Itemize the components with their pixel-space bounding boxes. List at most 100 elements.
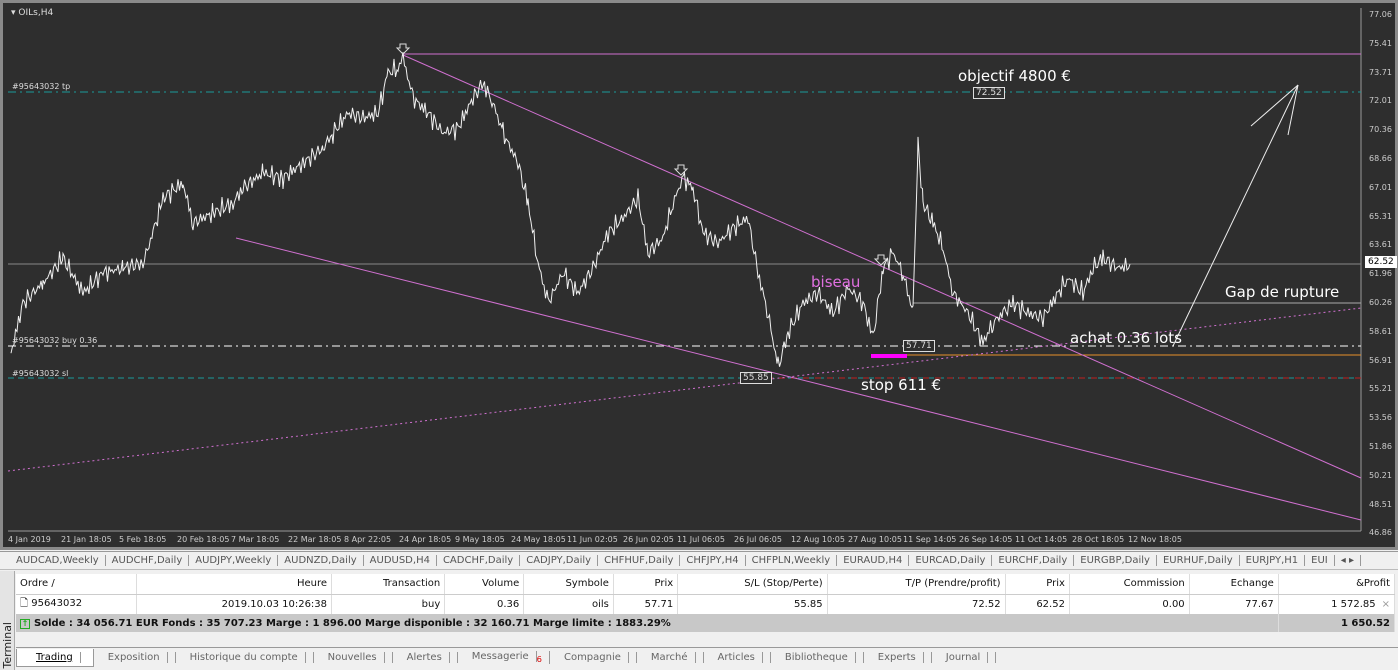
table-cell: 🗋 95643032 <box>16 594 137 614</box>
time-axis-label: 22 Mar 18:05 <box>288 535 342 544</box>
table-cell: 1 572.85 × <box>1278 594 1396 614</box>
price-series <box>10 52 1131 367</box>
price-axis-label: 58.61 <box>1369 326 1392 336</box>
symbol-tab[interactable]: EURHUF,Daily <box>1157 555 1240 566</box>
symbol-tab[interactable]: EURJPY,H1 <box>1240 555 1306 566</box>
tab-bibliotheque[interactable]: Bibliotheque <box>771 652 864 663</box>
tab-nouvelles[interactable]: Nouvelles <box>314 652 393 663</box>
table-cell: 0.36 <box>444 594 525 614</box>
column-header[interactable]: Prix <box>613 574 679 595</box>
tab-scroll-arrows[interactable]: ◂ ▸ <box>1335 555 1361 566</box>
time-axis-label: 11 Sep 14:05 <box>903 535 957 544</box>
symbol-tab[interactable]: CHFPLN,Weekly <box>746 555 838 566</box>
annotation-stop: stop 611 € <box>861 376 942 394</box>
symbol-tab[interactable]: CHFJPY,H4 <box>680 555 746 566</box>
tab-alertes[interactable]: Alertes <box>393 652 458 663</box>
time-axis-label: 26 Jul 06:05 <box>734 535 782 544</box>
column-header[interactable]: Transaction <box>331 574 446 595</box>
orders-table: Ordre / Heure Transaction Volume Symbole Prix… <box>16 574 1396 632</box>
price-axis-label: 68.66 <box>1369 154 1392 163</box>
symbol-tab[interactable]: AUDJPY,Weekly <box>189 555 279 566</box>
symbol-tab[interactable]: CHFHUF,Daily <box>598 555 681 566</box>
terminal-sidebar[interactable]: Terminal <box>0 571 15 670</box>
time-axis-label: 9 May 18:05 <box>455 535 505 544</box>
symbol-tab[interactable]: EURAUD,H4 <box>837 555 910 566</box>
time-axis-label: 11 Oct 14:05 <box>1015 535 1068 544</box>
time-axis-label: 28 Oct 18:05 <box>1072 535 1125 544</box>
annotation-objectif: objectif 4800 € <box>958 67 1071 85</box>
column-header[interactable]: S/L (Stop/Perte) <box>677 574 828 595</box>
time-axis-label: 12 Aug 10:05 <box>791 535 845 544</box>
symbol-tab[interactable]: AUDCHF,Daily <box>106 555 190 566</box>
table-cell: 57.71 <box>613 594 679 614</box>
column-header[interactable]: Symbole <box>523 574 614 595</box>
chart-title-text: OILs,H4 <box>18 8 54 18</box>
marker-bar <box>871 354 907 358</box>
tab-march-[interactable]: Marché <box>637 652 704 663</box>
price-axis-label: 67.01 <box>1369 182 1392 192</box>
price-axis-label: 50.21 <box>1369 470 1392 480</box>
symbol-tab[interactable]: CADJPY,Daily <box>520 555 599 566</box>
time-axis-label: 20 Feb 18:05 <box>177 535 230 544</box>
price-axis-label: 65.31 <box>1369 211 1392 221</box>
order-icon: 🗋 <box>20 597 32 609</box>
price-chart[interactable]: ▾ OILs,H4 #95643032 tp #95643032 buy 0.3… <box>0 0 1398 550</box>
table-cell: 62.52 <box>1005 594 1070 614</box>
close-order-icon[interactable]: × <box>1382 599 1390 610</box>
column-header[interactable]: Echange <box>1189 574 1279 595</box>
price-axis-label: 55.21 <box>1369 384 1392 394</box>
tab-experts[interactable]: Experts <box>864 652 932 663</box>
time-axis-label: 21 Jan 18:05 <box>61 535 112 544</box>
target-arrow-line <box>1172 84 1299 347</box>
price-axis-label: 73.71 <box>1369 67 1392 77</box>
table-row[interactable]: 🗋 95643032 2019.10.03 10:26:38 buy 0.36 oils… <box>16 594 1396 614</box>
symbol-tab[interactable]: AUDNZD,Daily <box>278 555 364 566</box>
time-axis-label: 26 Sep 14:05 <box>959 535 1013 544</box>
total-profit: 1 650.52 <box>1278 614 1396 632</box>
symbol-tab[interactable]: EURCAD,Daily <box>909 555 993 566</box>
tp-label: #95643032 tp <box>12 82 71 91</box>
tab-articles[interactable]: Articles <box>704 652 771 663</box>
tab-compagnie[interactable]: Compagnie <box>550 652 637 663</box>
tab-historique-du-compte[interactable]: Historique du compte <box>176 652 314 663</box>
column-header[interactable]: T/P (Prendre/profit) <box>827 574 1006 595</box>
tab-label: Articles <box>710 652 763 663</box>
table-cell: buy <box>331 594 446 614</box>
tab-label: Experts <box>870 652 924 663</box>
tab-exposition[interactable]: Exposition <box>94 652 176 663</box>
table-cell: 55.85 <box>677 594 828 614</box>
tab-messagerie[interactable]: Messagerie 6 <box>458 651 550 664</box>
symbol-tab[interactable]: AUDUSD,H4 <box>364 555 437 566</box>
tp-price-box: 72.52 <box>973 87 1005 99</box>
tab-trading[interactable]: Trading <box>16 648 94 667</box>
chart-canvas <box>7 8 1362 532</box>
column-header[interactable]: &Profit <box>1278 574 1396 595</box>
wedge-lower-line <box>235 237 1362 521</box>
order-id: 95643032 <box>31 597 83 609</box>
column-header[interactable]: Heure <box>136 574 333 595</box>
time-axis-label: 24 Apr 18:05 <box>399 535 452 544</box>
terminal-panel: Terminal Ordre / Heure Transaction Volume Sy… <box>0 571 1398 670</box>
tab-journal[interactable]: Journal <box>932 652 997 663</box>
column-header[interactable]: Volume <box>444 574 525 595</box>
price-axis-label: 75.41 <box>1369 38 1392 48</box>
terminal-tabs: Trading Exposition Historique du compte Nou… <box>16 647 1398 667</box>
column-header[interactable]: Commission <box>1069 574 1190 595</box>
symbol-tab[interactable]: EURGBP,Daily <box>1074 555 1157 566</box>
tab-label: Bibliotheque <box>777 652 856 663</box>
tab-label: Journal <box>938 652 989 663</box>
time-axis-label: 24 May 18:05 <box>511 535 566 544</box>
price-axis-label: 72.01 <box>1369 96 1392 106</box>
price-axis-label: 77.06 <box>1369 10 1392 19</box>
table-cell: 77.67 <box>1189 594 1279 614</box>
time-axis-label: 11 Jul 06:05 <box>677 535 725 544</box>
symbol-tab[interactable]: AUDCAD,Weekly <box>10 555 106 566</box>
price-axis-label: 51.86 <box>1369 442 1392 451</box>
column-header[interactable]: Ordre / <box>16 574 137 595</box>
column-header[interactable]: Prix <box>1005 574 1070 595</box>
time-axis-label: 26 Jun 02:05 <box>623 535 674 544</box>
symbol-tab[interactable]: CADCHF,Daily <box>437 555 521 566</box>
symbol-tab[interactable]: EUI <box>1305 555 1335 566</box>
symbol-tab[interactable]: EURCHF,Daily <box>992 555 1075 566</box>
tab-label: Alertes <box>399 652 450 663</box>
